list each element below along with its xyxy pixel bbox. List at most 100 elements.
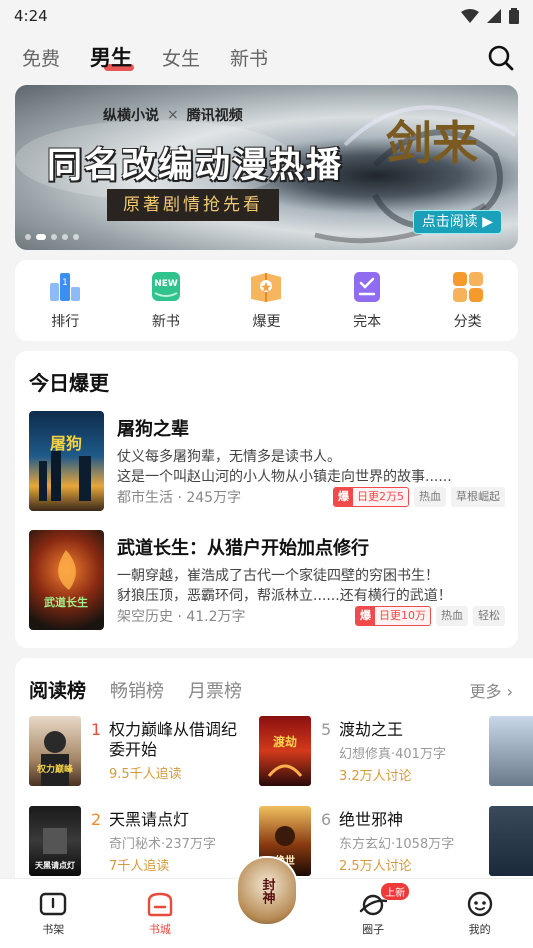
tab-reading-rank[interactable]: 阅读榜 [29,676,89,703]
category-hot-update[interactable]: 爆更 [231,271,301,331]
new-icon: NEW [151,271,180,301]
book-desc-line: 这是一个叫赵山河的小人物从小镇走向世界的故事...... [117,469,452,485]
tab-male[interactable]: 男生 [90,42,135,72]
book-info: 武道长生：从猎户开始加点修行 一朝穿越，崔浩成了古代一个家徒四壁的穷困书生！ 豺… [117,530,505,630]
banner-subtitle: 原著剧情抢先看 [107,189,279,221]
rank-book-title: 权力巅峰从借调纪委开始 [109,720,238,759]
book-tag: 草根崛起 [451,487,505,507]
banner-dot [51,234,57,240]
tab-monthly-ticket-rank[interactable]: 月票榜 [188,677,242,703]
cover-art: 天黑请点灯 [35,828,75,870]
book-cover: 渡劫 [259,716,311,786]
svg-text:武道长生: 武道长生 [44,595,88,609]
signal-icon [487,9,501,23]
rank-number: 6 [321,810,332,829]
banner-calligraphy: 剑来 [386,116,478,170]
category-label: 完本 [353,313,382,330]
center-promo-text: 封神 [259,878,275,904]
svg-text:天黑请点灯: 天黑请点灯 [35,860,75,870]
promo-banner[interactable]: 纵横小说 × 腾讯视频 同名改编动漫热播 原著剧情抢先看 剑来 点击阅读 ▶ [15,85,518,250]
hot-book-item[interactable]: 屠狗 屠狗之辈 仗义每多屠狗辈，无情多是读书人。 这是一个叫赵山河的小人物从小镇… [29,411,505,511]
rank-info: 绝世邪神 东方玄幻·1058万字 2.5万人讨论 [339,806,469,876]
status-icons [461,8,519,24]
nav-label: 书架 [42,923,65,936]
tab-female[interactable]: 女生 [162,44,200,71]
svg-text:屠狗: 屠狗 [50,434,82,453]
banner-dot [73,234,79,240]
rank-book-title: 绝世邪神 [339,810,404,829]
hot-badge-label: 爆 [334,488,353,506]
rank-book-meta: 幻想修真·401万字 [339,747,446,762]
center-promo-button[interactable]: 封神 [236,856,298,926]
rank-item[interactable]: 天黑请点灯 2 天黑请点灯 奇门秘术·237万字 7千人追读 [29,806,259,876]
rank-item[interactable]: 渡劫 5 渡劫之王 幻想修真·401万字 3.2万人讨论 [259,716,489,786]
book-cover[interactable] [489,716,533,786]
category-icon [452,271,483,302]
nav-label: 书城 [148,923,171,936]
category-classify[interactable]: 分类 [433,271,503,331]
book-cover[interactable] [489,806,533,876]
book-desc-line: 豺狼压顶，恶霸环伺，帮派林立......还有横行的武道！ [117,588,452,604]
book-desc: 一朝穿越，崔浩成了古代一个家徒四壁的穷困书生！ 豺狼压顶，恶霸环伺，帮派林立..… [117,566,505,606]
category-label: 分类 [453,313,482,330]
book-tags: 爆 日更2万5 热血 草根崛起 [333,487,505,507]
nav-label: 圈子 [362,923,385,936]
category-rank[interactable]: 1 排行 [30,271,100,331]
hot-badge-label: 爆 [356,607,375,625]
cover-art: 武道长生 [44,550,88,609]
svg-text:权力巅峰: 权力巅峰 [36,763,74,775]
cover-art: 屠狗 [39,434,91,501]
book-tag: 热血 [414,487,446,507]
book-cover: 屠狗 [29,411,104,511]
bookstore-icon [147,892,173,917]
rank-info: 权力巅峰从借调纪委开始 9.5千人追读 [109,716,239,786]
tab-bestseller-rank[interactable]: 畅销榜 [110,677,164,703]
banner-dot [62,234,68,240]
category-new[interactable]: NEW 新书 [131,271,201,331]
rank-book-stat: 7千人追读 [109,859,170,874]
nav-bookstore[interactable]: 书城 [120,879,200,948]
banner-brand-sep: × [167,107,179,123]
book-title: 武道长生：从猎户开始加点修行 [117,538,369,559]
nav-profile[interactable]: 我的 [440,879,520,948]
more-label: 更多 [469,682,502,701]
rank-item[interactable]: 权力巅峰 1 权力巅峰从借调纪委开始 9.5千人追读 [29,716,259,786]
more-link[interactable]: 更多 › [469,678,513,702]
nav-circle[interactable]: 上新 圈子 [333,879,413,948]
rank-number: 1 [91,720,102,739]
rank-book-meta: 东方玄幻·1058万字 [339,837,455,852]
finished-icon [354,271,381,302]
cover-art: 渡劫 [267,734,303,777]
rank-book-meta: 奇门秘术·237万字 [109,837,216,852]
svg-text:1: 1 [62,278,68,288]
rank-item[interactable]: 绝世 6 绝世邪神 东方玄幻·1058万字 2.5万人讨论 [259,806,489,876]
category-finished[interactable]: 完本 [332,271,402,331]
book-info: 屠狗之辈 仗义每多屠狗辈，无情多是读书人。 这是一个叫赵山河的小人物从小镇走向世… [117,411,505,511]
rank-book-stat: 3.2万人讨论 [339,769,412,784]
rank-book-title: 渡劫之王 [339,720,404,739]
hot-book-item[interactable]: 武道长生 武道长生：从猎户开始加点修行 一朝穿越，崔浩成了古代一个家徒四壁的穷困… [29,530,505,630]
nav-bookshelf[interactable]: 书架 [13,879,93,948]
tab-free[interactable]: 免费 [22,44,60,71]
section-title: 今日爆更 [29,371,109,395]
wifi-icon [461,9,479,23]
banner-read-button[interactable]: 点击阅读 ▶ [412,210,502,234]
hot-update-badge: 爆 日更2万5 [333,487,409,507]
book-cover: 权力巅峰 [29,716,81,786]
rank-book-stat: 9.5千人追读 [109,767,182,782]
book-meta: 架空历史 · 41.2万字 [117,609,246,625]
rank-icon: 1 [50,272,81,301]
search-icon[interactable] [487,44,515,72]
book-desc: 仗义每多屠狗辈，无情多是读书人。 这是一个叫赵山河的小人物从小镇走向世界的故事.… [117,447,505,487]
cover-art: 权力巅峰 [36,731,74,786]
tab-new-books[interactable]: 新书 [230,44,268,71]
rank-number: 2 [91,810,102,829]
ranking-tabs: 阅读榜 畅销榜 月票榜 [29,676,242,703]
banner-dot [25,234,31,240]
book-tag: 轻松 [473,606,505,626]
category-label: 排行 [51,313,80,330]
rank-book-stat: 2.5万人讨论 [339,859,412,874]
today-hot-section: 今日爆更 屠狗 屠狗之辈 仗义每多屠狗辈，无情多是读书人。 这是一个叫赵山河的小… [15,351,518,648]
banner-dot-active [36,234,46,240]
bookshelf-icon [40,892,67,916]
